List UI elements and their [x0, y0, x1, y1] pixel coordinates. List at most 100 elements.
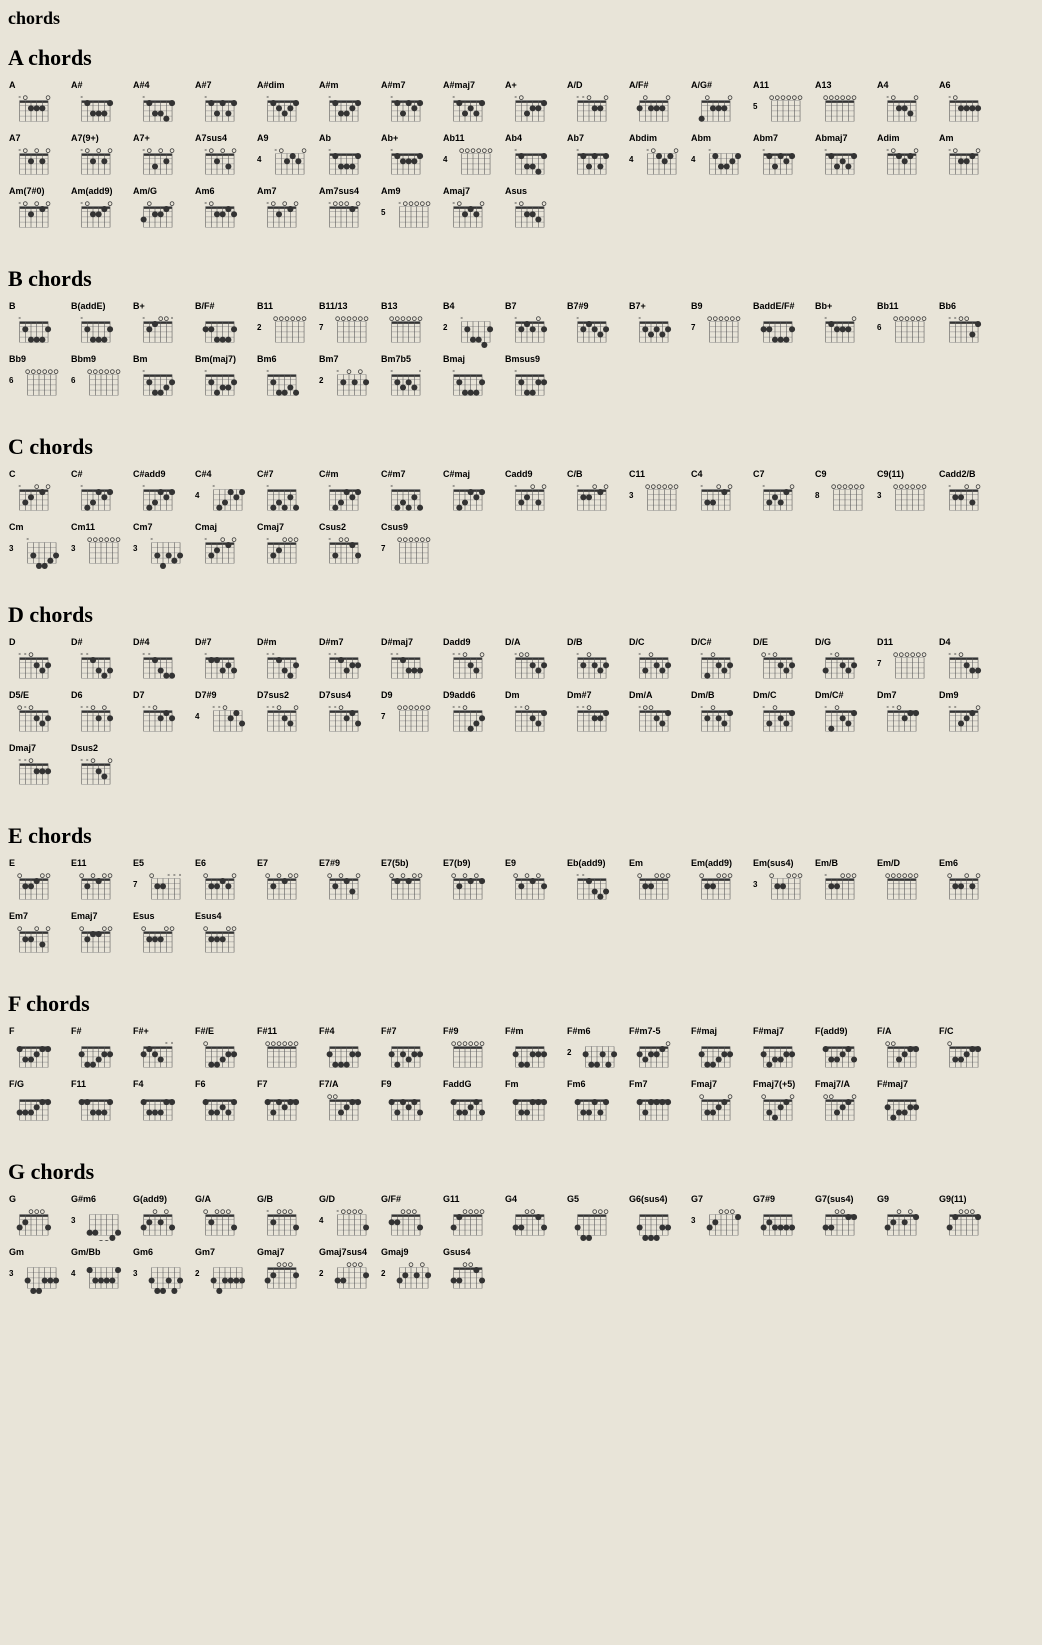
chord-item[interactable]: Bmaj×: [443, 354, 501, 401]
chord-item[interactable]: G4: [505, 1194, 563, 1241]
chord-item[interactable]: Asus×: [505, 186, 563, 233]
chord-item[interactable]: C#7×: [257, 469, 315, 516]
chord-item[interactable]: Cm113: [71, 522, 129, 569]
chord-item[interactable]: D#maj7××: [381, 637, 439, 684]
chord-item[interactable]: C9(11)3: [877, 469, 935, 516]
chord-item[interactable]: A/F#: [629, 80, 687, 127]
chord-item[interactable]: F9: [381, 1079, 439, 1126]
chord-item[interactable]: Bb6××: [939, 301, 997, 348]
chord-item[interactable]: Esus4: [195, 911, 253, 958]
chord-item[interactable]: Ab7×: [567, 133, 625, 180]
chord-item[interactable]: Dm/B×: [691, 690, 749, 737]
chord-item[interactable]: F#m: [505, 1026, 563, 1073]
chord-item[interactable]: D/G×: [815, 637, 873, 684]
chord-item[interactable]: G/F#: [381, 1194, 439, 1241]
chord-item[interactable]: F: [9, 1026, 67, 1073]
chord-item[interactable]: F#11: [257, 1026, 315, 1073]
chord-item[interactable]: E7: [257, 858, 315, 905]
chord-item[interactable]: D#7×: [195, 637, 253, 684]
chord-item[interactable]: D5/E×: [9, 690, 67, 737]
chord-item[interactable]: Am7×: [257, 186, 315, 233]
chord-item[interactable]: B42×: [443, 301, 501, 348]
chord-item[interactable]: F7: [257, 1079, 315, 1126]
chord-item[interactable]: Am7sus4×: [319, 186, 377, 233]
chord-item[interactable]: B7+×: [629, 301, 687, 348]
chord-item[interactable]: Gm72: [195, 1247, 253, 1294]
chord-item[interactable]: Esus: [133, 911, 191, 958]
chord-item[interactable]: B×: [9, 301, 67, 348]
chord-item[interactable]: F#4: [319, 1026, 377, 1073]
chord-item[interactable]: F7/A: [319, 1079, 377, 1126]
chord-item[interactable]: Bmsus9×: [505, 354, 563, 401]
chord-item[interactable]: D7××: [133, 690, 191, 737]
chord-item[interactable]: D/C#×: [691, 637, 749, 684]
chord-item[interactable]: Dm/A×: [629, 690, 687, 737]
chord-item[interactable]: G6(sus4): [629, 1194, 687, 1241]
chord-item[interactable]: Fm: [505, 1079, 563, 1126]
chord-item[interactable]: Cm73×: [133, 522, 191, 569]
chord-item[interactable]: Gsus4: [443, 1247, 501, 1294]
chord-item[interactable]: B(addE)×: [71, 301, 129, 348]
chord-item[interactable]: Ab4×: [505, 133, 563, 180]
chord-item[interactable]: G9: [877, 1194, 935, 1241]
chord-item[interactable]: Cadd9×: [505, 469, 563, 516]
chord-item[interactable]: Am95×: [381, 186, 439, 233]
chord-item[interactable]: G5: [567, 1194, 625, 1241]
chord-item[interactable]: D/C×: [629, 637, 687, 684]
chord-item[interactable]: Eb(add9)××: [567, 858, 625, 905]
chord-item[interactable]: Bb+×: [815, 301, 873, 348]
chord-item[interactable]: Em6: [939, 858, 997, 905]
chord-item[interactable]: A+×: [505, 80, 563, 127]
chord-item[interactable]: Dadd9××: [443, 637, 501, 684]
chord-item[interactable]: C/B×: [567, 469, 625, 516]
chord-item[interactable]: Fmaj7: [691, 1079, 749, 1126]
chord-item[interactable]: Fmaj7(+5): [753, 1079, 811, 1126]
chord-item[interactable]: Cmaj×: [195, 522, 253, 569]
chord-item[interactable]: Amaj7×: [443, 186, 501, 233]
chord-item[interactable]: A7sus4×: [195, 133, 253, 180]
chord-item[interactable]: Em(sus4)3: [753, 858, 811, 905]
chord-item[interactable]: Am6×: [195, 186, 253, 233]
chord-item[interactable]: Em: [629, 858, 687, 905]
chord-item[interactable]: C#44×: [195, 469, 253, 516]
chord-item[interactable]: C#m7×: [381, 469, 439, 516]
chord-item[interactable]: BaddE/F#: [753, 301, 811, 348]
chord-item[interactable]: B112: [257, 301, 315, 348]
chord-item[interactable]: F#9: [443, 1026, 501, 1073]
chord-item[interactable]: F(add9): [815, 1026, 873, 1073]
chord-item[interactable]: F#maj7: [753, 1026, 811, 1073]
chord-item[interactable]: Adim×: [877, 133, 935, 180]
chord-item[interactable]: Cadd2/B×: [939, 469, 997, 516]
chord-item[interactable]: Bm(maj7)×: [195, 354, 253, 401]
chord-item[interactable]: D4××: [939, 637, 997, 684]
chord-item[interactable]: D#m××: [257, 637, 315, 684]
chord-item[interactable]: F#maj: [691, 1026, 749, 1073]
chord-item[interactable]: A#m7×: [381, 80, 439, 127]
chord-item[interactable]: A7(9+)×: [71, 133, 129, 180]
chord-item[interactable]: F/G: [9, 1079, 67, 1126]
chord-item[interactable]: Bm7b5××: [381, 354, 439, 401]
chord-item[interactable]: Fm6: [567, 1079, 625, 1126]
chord-item[interactable]: Abm7×: [753, 133, 811, 180]
chord-item[interactable]: C98: [815, 469, 873, 516]
chord-item[interactable]: D7#94××: [195, 690, 253, 737]
chord-item[interactable]: Abm4×: [691, 133, 749, 180]
chord-item[interactable]: F#maj7: [877, 1079, 935, 1126]
chord-item[interactable]: D××: [9, 637, 67, 684]
chord-item[interactable]: C113: [629, 469, 687, 516]
chord-item[interactable]: G/A: [195, 1194, 253, 1241]
chord-item[interactable]: Fm7: [629, 1079, 687, 1126]
chord-item[interactable]: Am/G: [133, 186, 191, 233]
chord-item[interactable]: B13: [381, 301, 439, 348]
chord-item[interactable]: Dm/C#×: [815, 690, 873, 737]
chord-item[interactable]: Gmaj7sus42: [319, 1247, 377, 1294]
chord-item[interactable]: A13: [815, 80, 873, 127]
chord-item[interactable]: E7#9: [319, 858, 377, 905]
chord-item[interactable]: G/D4×: [319, 1194, 377, 1241]
chord-item[interactable]: FaddG: [443, 1079, 501, 1126]
chord-item[interactable]: A#4×: [133, 80, 191, 127]
chord-item[interactable]: C#m×: [319, 469, 377, 516]
chord-item[interactable]: A/G#: [691, 80, 749, 127]
chord-item[interactable]: Am(7#0)×: [9, 186, 67, 233]
chord-item[interactable]: A#7×: [195, 80, 253, 127]
